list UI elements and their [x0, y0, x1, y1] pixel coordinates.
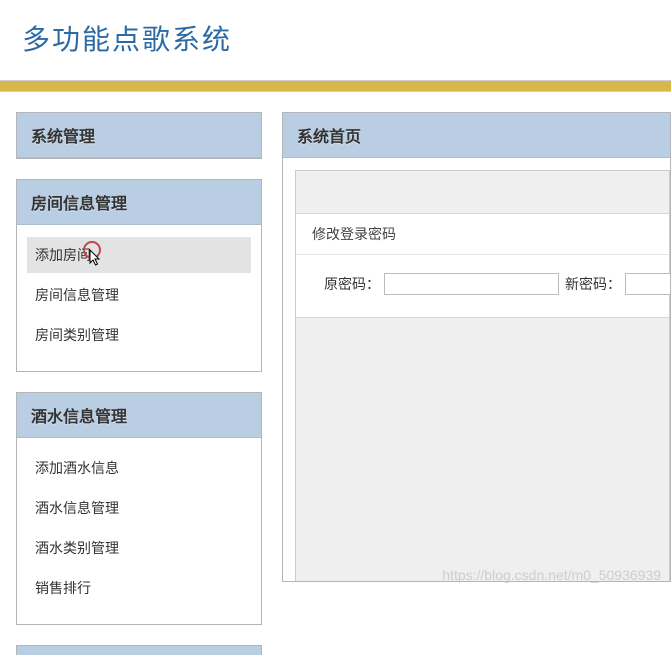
- panel-header-system[interactable]: 系统管理: [17, 113, 261, 158]
- menu-item-drink-manage[interactable]: 酒水信息管理: [27, 490, 251, 526]
- menu-item-sales-rank[interactable]: 销售排行: [27, 570, 251, 606]
- form-section-title: 修改登录密码: [296, 214, 669, 255]
- menu-item-label: 酒水类别管理: [35, 540, 119, 556]
- menu-item-label: 销售排行: [35, 580, 91, 596]
- new-password-input[interactable]: [625, 273, 671, 295]
- old-password-input[interactable]: [384, 273, 559, 295]
- app-header: 多功能点歌系统: [0, 0, 671, 80]
- panel-body-drink: 添加酒水信息 酒水信息管理 酒水类别管理 销售排行: [17, 438, 261, 624]
- app-title: 多功能点歌系统: [22, 18, 649, 58]
- panel-header-room[interactable]: 房间信息管理: [17, 180, 261, 225]
- menu-item-room-manage[interactable]: 房间信息管理: [27, 277, 251, 313]
- cursor-icon: [89, 249, 103, 270]
- menu-item-label: 酒水信息管理: [35, 500, 119, 516]
- content-area: 系统管理 房间信息管理 添加房间 房间信息管理 房间类: [0, 92, 671, 655]
- main-inner: 修改登录密码 原密码： 新密码：: [295, 170, 670, 582]
- menu-item-label: 添加房间: [35, 247, 91, 263]
- menu-item-add-room[interactable]: 添加房间: [27, 237, 251, 273]
- menu-item-label: 房间信息管理: [35, 287, 119, 303]
- form-row: 原密码： 新密码：: [296, 255, 669, 317]
- menu-item-add-drink[interactable]: 添加酒水信息: [27, 450, 251, 486]
- panel-header-drink[interactable]: 酒水信息管理: [17, 393, 261, 438]
- panel-body-room: 添加房间 房间信息管理 房间类别管理: [17, 225, 261, 371]
- menu-item-label: 添加酒水信息: [35, 460, 119, 476]
- menu-item-room-category[interactable]: 房间类别管理: [27, 317, 251, 353]
- password-form: 修改登录密码 原密码： 新密码：: [296, 213, 669, 318]
- sidebar-panel-system: 系统管理: [16, 112, 262, 159]
- header-divider: [0, 80, 671, 92]
- main-panel: 系统首页 修改登录密码 原密码： 新密码：: [282, 112, 671, 582]
- sidebar-panel-room: 房间信息管理 添加房间 房间信息管理 房间类别管理: [16, 179, 262, 372]
- main-panel-title: 系统首页: [283, 113, 670, 158]
- menu-item-label: 房间类别管理: [35, 327, 119, 343]
- sidebar-panel-partial: [16, 645, 262, 655]
- spacer: [296, 171, 669, 213]
- main-area: 系统首页 修改登录密码 原密码： 新密码：: [282, 112, 671, 655]
- new-password-label: 新密码：: [565, 274, 621, 294]
- sidebar-panel-drink: 酒水信息管理 添加酒水信息 酒水信息管理 酒水类别管理 销售排行: [16, 392, 262, 625]
- sidebar: 系统管理 房间信息管理 添加房间 房间信息管理 房间类: [16, 112, 262, 655]
- old-password-label: 原密码：: [324, 274, 380, 294]
- menu-item-drink-category[interactable]: 酒水类别管理: [27, 530, 251, 566]
